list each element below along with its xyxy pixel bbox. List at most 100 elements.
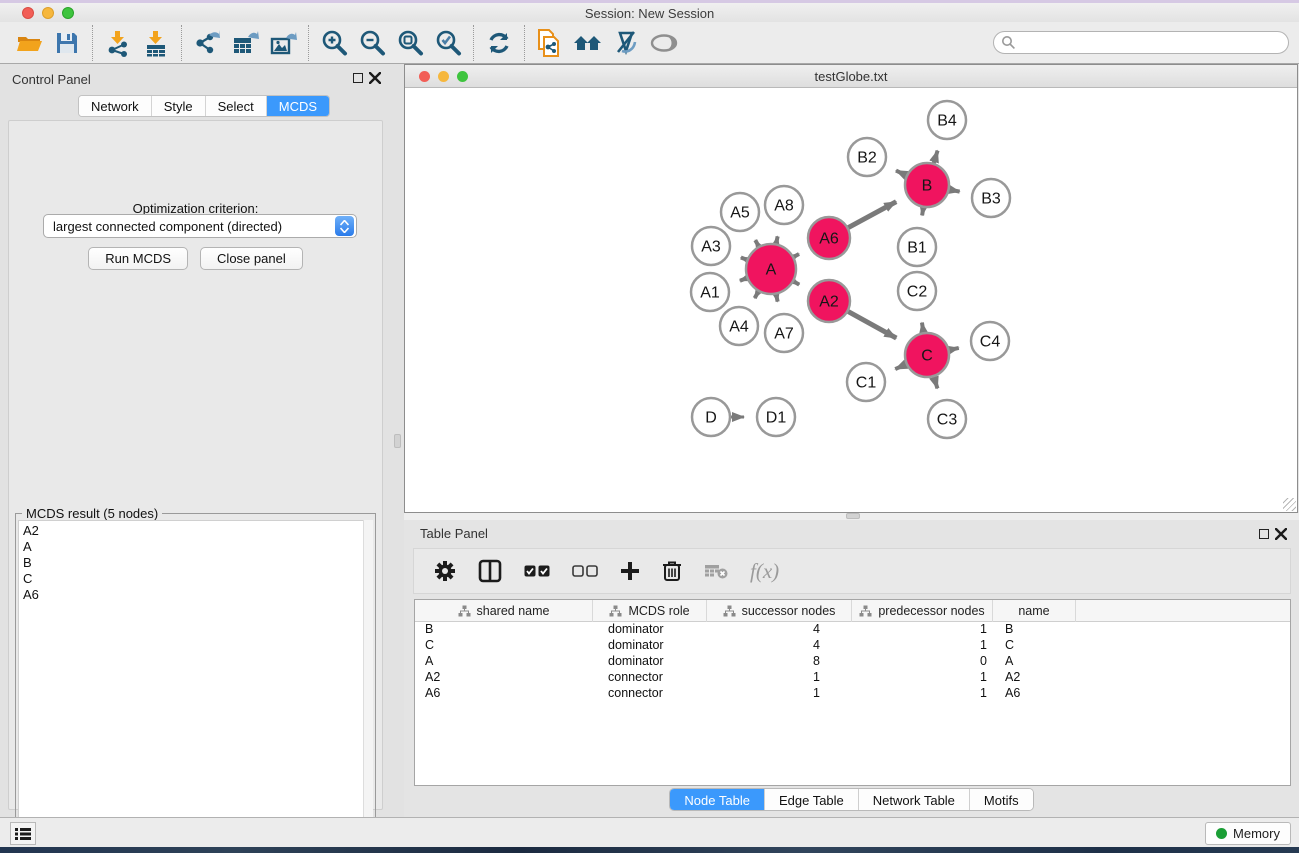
horizontal-splitter[interactable]: [404, 513, 1299, 520]
network-window-titlebar: testGlobe.txt: [405, 65, 1297, 88]
run-mcds-button[interactable]: Run MCDS: [88, 247, 188, 270]
close-panel-button[interactable]: Close panel: [200, 247, 303, 270]
import-table-button[interactable]: [137, 24, 175, 62]
table-tabs: Node TableEdge TableNetwork TableMotifs: [404, 788, 1299, 811]
result-node-item[interactable]: A2: [23, 523, 364, 539]
window-resize-grip[interactable]: [1283, 498, 1296, 511]
save-session-button[interactable]: [48, 24, 86, 62]
open-file-icon: [15, 29, 43, 57]
export-image-icon: [269, 29, 297, 57]
table-body: Bdominator41BCdominator41CAdominator80AA…: [415, 622, 1290, 702]
zoom-selected-button[interactable]: [429, 24, 467, 62]
vertical-splitter[interactable]: [391, 64, 404, 817]
close-panel-icon[interactable]: [1275, 528, 1287, 540]
result-node-item[interactable]: A6: [23, 587, 364, 603]
table-row[interactable]: A6connector11A6: [415, 686, 1290, 702]
table-row[interactable]: Bdominator41B: [415, 622, 1290, 638]
table-cell: B: [415, 622, 593, 638]
column-label: shared name: [477, 604, 550, 618]
result-node-item[interactable]: A: [23, 539, 364, 555]
result-node-item[interactable]: B: [23, 555, 364, 571]
edge-A-A4: [755, 292, 759, 298]
node-label-C3: C3: [937, 412, 958, 429]
edge-B-B1: [922, 208, 923, 216]
main-titlebar: Session: New Session: [0, 3, 1299, 22]
tab-network[interactable]: Network: [79, 96, 152, 117]
table-cell: dominator: [593, 654, 707, 670]
column-header-predecessor-nodes[interactable]: predecessor nodes: [852, 600, 993, 622]
home-button[interactable]: [569, 24, 607, 62]
export-table-button[interactable]: [226, 24, 264, 62]
tab-motifs[interactable]: Motifs: [970, 789, 1033, 810]
eye-button[interactable]: [645, 24, 683, 62]
table-cell: 0: [852, 654, 993, 670]
task-history-button[interactable]: [10, 822, 36, 845]
table-settings-button[interactable]: [434, 560, 456, 582]
zoom-fit-button[interactable]: [391, 24, 429, 62]
node-label-B4: B4: [937, 113, 957, 130]
mcds-result-box: MCDS result (5 nodes) A2ABCA6: [15, 513, 376, 853]
zoom-in-icon: [320, 29, 348, 57]
table-row[interactable]: Adominator80A: [415, 654, 1290, 670]
table-row[interactable]: Cdominator41C: [415, 638, 1290, 654]
result-scrollbar[interactable]: [363, 520, 373, 850]
tab-mcds[interactable]: MCDS: [267, 96, 329, 117]
refresh-button[interactable]: [480, 24, 518, 62]
show-column-panel-button[interactable]: [478, 559, 502, 583]
function-builder-button[interactable]: f(x): [750, 559, 779, 584]
tab-network-table[interactable]: Network Table: [859, 789, 970, 810]
main-toolbar: [0, 22, 1299, 64]
import-network-button[interactable]: [99, 24, 137, 62]
node-label-A7: A7: [774, 326, 794, 343]
mcds-result-list[interactable]: A2ABCA6: [18, 520, 365, 850]
gear-icon: [434, 560, 456, 582]
delete-column-button[interactable]: [662, 560, 682, 582]
table-cell: 1: [852, 670, 993, 686]
toolbar-separator: [181, 25, 182, 61]
edge-A2-C: [848, 312, 896, 338]
edge-A-A3: [741, 257, 747, 259]
node-label-A4: A4: [729, 319, 749, 336]
tab-style[interactable]: Style: [152, 96, 206, 117]
criterion-dropdown[interactable]: largest connected component (directed): [43, 214, 357, 238]
clone-network-button[interactable]: [531, 24, 569, 62]
search-input[interactable]: [993, 31, 1289, 54]
zoom-out-button[interactable]: [353, 24, 391, 62]
splitter-grip[interactable]: [394, 434, 401, 448]
hide-graphics-button[interactable]: [607, 24, 645, 62]
table-row[interactable]: A2connector11A2: [415, 670, 1290, 686]
column-header-shared-name[interactable]: shared name: [415, 600, 593, 622]
edge-A-A8: [776, 236, 777, 243]
export-image-button[interactable]: [264, 24, 302, 62]
result-node-item[interactable]: C: [23, 571, 364, 587]
tab-select[interactable]: Select: [206, 96, 267, 117]
tab-node-table[interactable]: Node Table: [670, 789, 765, 810]
zoom-in-button[interactable]: [315, 24, 353, 62]
mcds-panel: Optimization criterion: largest connecte…: [8, 120, 383, 810]
splitter-grip[interactable]: [846, 513, 860, 519]
column-header-name[interactable]: name: [993, 600, 1076, 622]
float-panel-icon[interactable]: [353, 73, 363, 83]
zoom-fit-icon: [396, 29, 424, 57]
column-header-MCDS-role[interactable]: MCDS role: [593, 600, 707, 622]
refresh-icon: [486, 30, 512, 56]
memory-button[interactable]: Memory: [1205, 822, 1291, 845]
edge-C-C3: [934, 377, 938, 389]
export-network-button[interactable]: [188, 24, 226, 62]
control-panel: Control Panel NetworkStyleSelectMCDS Opt…: [0, 64, 391, 817]
open-file-button[interactable]: [10, 24, 48, 62]
float-panel-icon[interactable]: [1259, 529, 1269, 539]
close-panel-icon[interactable]: [369, 72, 381, 84]
node-table: shared name MCDS role successor nodes prede…: [414, 599, 1291, 786]
control-panel-header: Control Panel: [0, 64, 391, 94]
network-canvas[interactable]: B4B2BB3A8A5A6A3B1AA1C2A2A4A7C4CC1DD1C3: [405, 88, 1297, 512]
select-all-columns-button[interactable]: [524, 565, 550, 578]
column-header-successor-nodes[interactable]: successor nodes: [707, 600, 852, 622]
create-column-button[interactable]: [620, 561, 640, 581]
delete-table-button[interactable]: [704, 563, 728, 579]
tab-edge-table[interactable]: Edge Table: [765, 789, 859, 810]
table-cell: A: [993, 654, 1076, 670]
unselect-all-columns-button[interactable]: [572, 565, 598, 578]
criterion-value: largest connected component (directed): [44, 219, 335, 234]
column-label: successor nodes: [742, 604, 836, 618]
